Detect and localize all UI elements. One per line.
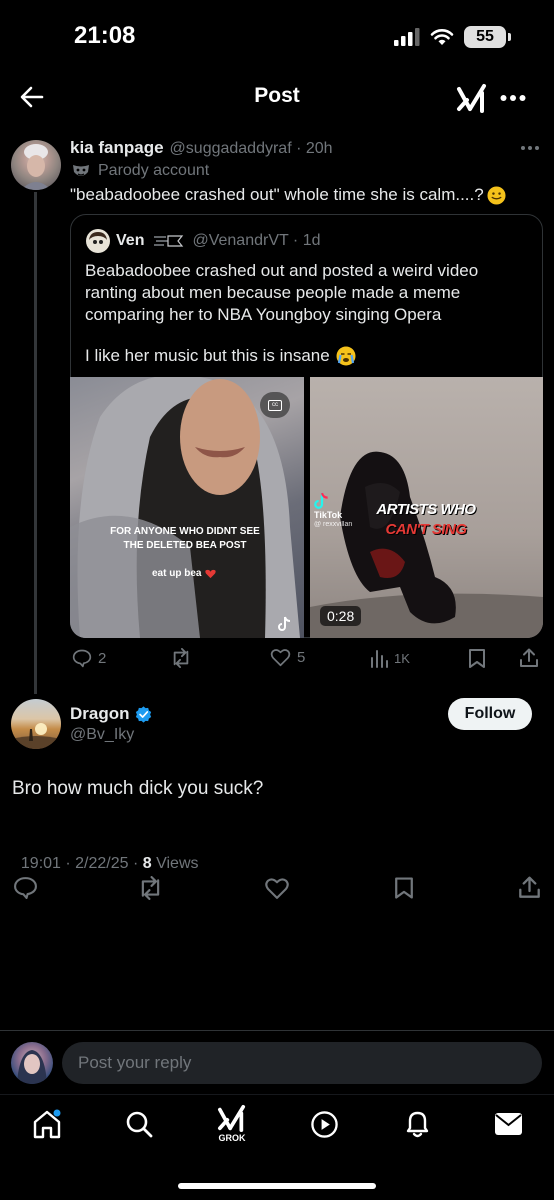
reply-count: 2 xyxy=(98,649,107,667)
media-title-line-1: ARTISTS WHO xyxy=(376,501,476,518)
repost-icon xyxy=(173,648,189,668)
reply-icon xyxy=(72,649,92,668)
like-count: 5 xyxy=(297,649,306,666)
search-icon[interactable] xyxy=(125,1110,153,1138)
reply-author-name[interactable]: Dragon xyxy=(70,704,130,724)
status-icons: 55 xyxy=(394,26,511,48)
share-icon[interactable] xyxy=(519,648,539,668)
main-share-icon[interactable] xyxy=(518,876,541,899)
quote-handle-time[interactable]: @VenandrVT · 1d xyxy=(192,232,320,250)
main-repost-icon[interactable] xyxy=(137,876,164,900)
reply-handle[interactable]: @Bv_Iky xyxy=(70,726,134,744)
tiktok-logo-icon xyxy=(314,492,328,509)
heart-emoji-icon xyxy=(205,569,217,578)
main-like-icon[interactable] xyxy=(264,877,290,900)
cellular-signal-icon xyxy=(394,28,420,46)
tiktok-icon xyxy=(278,616,291,631)
reply-action[interactable]: 2 xyxy=(72,648,106,668)
like-action[interactable]: 5 xyxy=(270,648,305,667)
wifi-icon xyxy=(430,29,454,45)
media-title-line-2: CAN'T SING xyxy=(385,521,467,538)
verified-badge-icon xyxy=(135,705,151,723)
bookmark-icon[interactable] xyxy=(468,648,486,669)
reply-input[interactable]: Post your reply xyxy=(62,1042,542,1084)
post-handle-time[interactable]: @suggadaddyraf · 20h xyxy=(170,140,333,158)
analytics-icon xyxy=(371,650,388,668)
media-caption-line-3: eat up bea xyxy=(152,568,202,579)
main-reply-icon[interactable] xyxy=(13,875,38,900)
grok-tab-icon xyxy=(218,1104,246,1132)
avatar[interactable] xyxy=(11,140,61,190)
captions-icon[interactable]: cc xyxy=(260,392,290,418)
tiktok-label: TikTok xyxy=(314,510,343,520)
post-text: "beabadoobee crashed out" whole time she… xyxy=(70,185,484,204)
reply-avatar[interactable] xyxy=(11,699,61,749)
reply-views-count: 8 xyxy=(142,855,152,872)
views-count: 1K xyxy=(394,650,410,666)
compose-divider xyxy=(0,1030,554,1031)
reply-views-label: Views xyxy=(151,855,199,872)
compose-avatar xyxy=(11,1042,53,1084)
parody-mask-icon xyxy=(73,165,89,176)
post-more-icon[interactable] xyxy=(520,145,540,151)
messages-envelope-icon[interactable] xyxy=(494,1112,523,1136)
video-duration: 0:28 xyxy=(320,606,362,626)
quote-avatar[interactable] xyxy=(86,229,110,253)
follow-button[interactable]: Follow xyxy=(448,698,532,730)
quote-text-2: I like her music but this is insane xyxy=(85,346,330,365)
post-author-name[interactable]: kia fanpage xyxy=(70,138,164,158)
home-indicator xyxy=(178,1183,376,1189)
grok-icon[interactable] xyxy=(456,83,488,113)
heart-icon xyxy=(270,649,291,667)
tab-home[interactable] xyxy=(32,1108,62,1140)
grok-tab-label: GROK xyxy=(218,1133,246,1143)
home-icon xyxy=(33,1109,61,1139)
more-options-icon[interactable] xyxy=(500,94,526,102)
thread-line xyxy=(34,192,37,694)
crying-emoji-icon xyxy=(336,346,356,366)
reply-input-placeholder: Post your reply xyxy=(78,1053,192,1072)
tab-grok[interactable]: GROK xyxy=(214,1104,250,1143)
media-caption-line-2: THE DELETED BEA POST xyxy=(123,540,247,551)
smiling-emoji-icon xyxy=(487,185,506,205)
media-caption-line-1: FOR ANYONE WHO DIDNT SEE xyxy=(110,526,260,537)
status-time: 21:08 xyxy=(74,22,136,49)
reply-text: Bro how much dick you suck? xyxy=(12,778,264,799)
repost-action[interactable] xyxy=(170,648,192,668)
parody-label: Parody account xyxy=(98,162,210,179)
speed-lines-emoji-icon xyxy=(154,235,184,247)
reply-timestamp: 19:01 · 2/22/25 · xyxy=(20,855,143,872)
battery-indicator: 55 xyxy=(464,26,511,48)
video-play-icon[interactable] xyxy=(310,1110,339,1139)
main-bookmark-icon[interactable] xyxy=(394,876,414,900)
quote-author-name[interactable]: Ven xyxy=(116,232,144,250)
quote-text-1: Beabadoobee crashed out and posted a wei… xyxy=(85,261,479,324)
notifications-bell-icon[interactable] xyxy=(404,1109,431,1139)
views-action[interactable]: 1K xyxy=(370,648,410,668)
tiktok-username: @ rexxvillan xyxy=(314,521,353,528)
